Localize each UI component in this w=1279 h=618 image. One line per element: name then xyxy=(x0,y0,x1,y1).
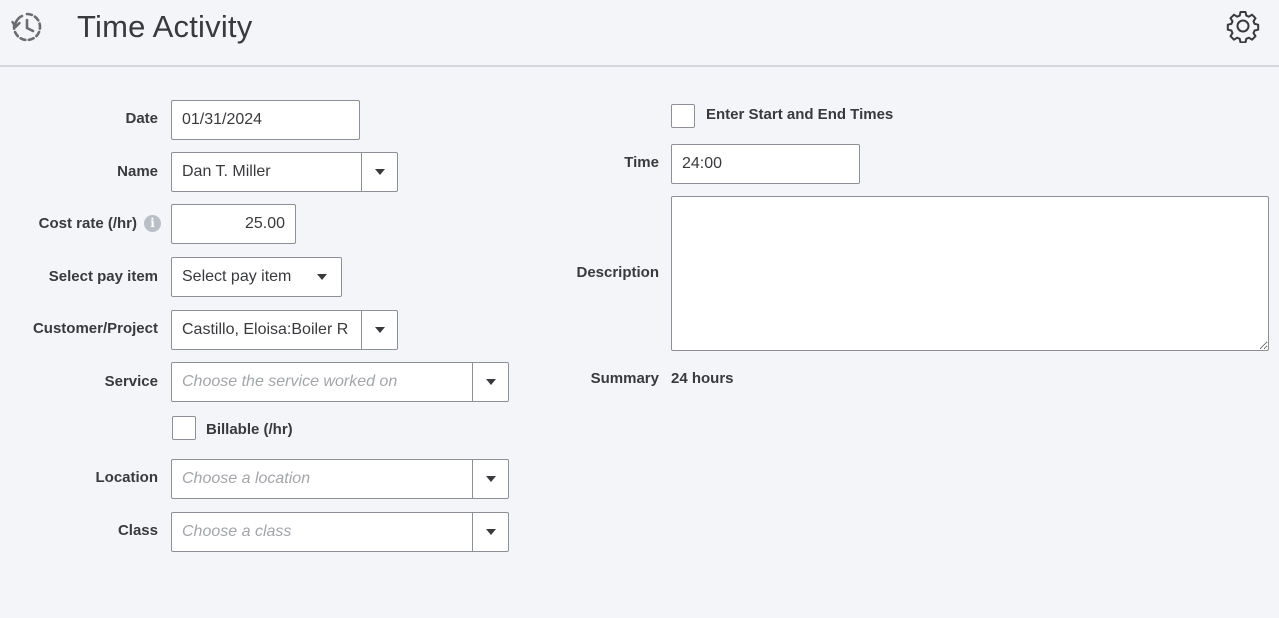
service-label: Service xyxy=(104,373,158,390)
customer-dropdown-button[interactable] xyxy=(361,311,397,349)
location-placeholder: Choose a location xyxy=(182,470,311,487)
cost-rate-label: Cost rate (/hr) xyxy=(38,215,137,232)
cost-rate-field[interactable]: 25.00 xyxy=(171,204,296,244)
chevron-down-icon xyxy=(486,379,496,385)
pay-item-value: Select pay item xyxy=(182,268,292,285)
chevron-down-icon xyxy=(375,169,385,175)
chevron-down-icon xyxy=(375,327,385,333)
start-end-times-label: Enter Start and End Times xyxy=(706,106,894,123)
class-select[interactable]: Choose a class xyxy=(171,512,509,552)
billable-label: Billable (/hr) xyxy=(206,421,293,438)
location-label: Location xyxy=(95,469,159,486)
location-dropdown-button[interactable] xyxy=(472,460,508,498)
chevron-down-icon xyxy=(486,476,496,482)
clock-history-icon xyxy=(11,12,42,42)
service-dropdown-button[interactable] xyxy=(472,363,508,401)
summary-label: Summary xyxy=(590,370,659,387)
chevron-down-icon xyxy=(486,529,496,535)
time-label: Time xyxy=(624,154,659,171)
description-label: Description xyxy=(576,264,659,281)
class-dropdown-button[interactable] xyxy=(472,513,508,551)
name-dropdown-button[interactable] xyxy=(361,153,397,191)
class-placeholder: Choose a class xyxy=(182,523,292,540)
pay-item-select[interactable]: Select pay item xyxy=(171,257,342,297)
name-select[interactable]: Dan T. Miller xyxy=(171,152,398,192)
date-label: Date xyxy=(125,110,158,127)
location-select[interactable]: Choose a location xyxy=(171,459,509,499)
description-textarea[interactable] xyxy=(671,196,1269,351)
page-title: Time Activity xyxy=(77,9,253,44)
customer-select[interactable]: Castillo, Eloisa:Boiler R xyxy=(171,310,398,350)
customer-label: Customer/Project xyxy=(32,320,158,337)
chevron-down-icon xyxy=(317,274,327,280)
name-value: Dan T. Miller xyxy=(182,163,271,180)
date-value: 01/31/2024 xyxy=(182,111,263,128)
date-field[interactable]: 01/31/2024 xyxy=(171,100,360,140)
service-select[interactable]: Choose the service worked on xyxy=(171,362,509,402)
gear-icon[interactable] xyxy=(1226,9,1260,43)
name-label: Name xyxy=(117,163,158,180)
service-placeholder: Choose the service worked on xyxy=(182,373,398,390)
class-label: Class xyxy=(117,522,158,539)
cost-rate-value: 25.00 xyxy=(244,215,285,232)
summary-value: 24 hours xyxy=(671,370,734,387)
time-value: 24:00 xyxy=(682,155,723,172)
pay-item-label: Select pay item xyxy=(48,268,158,285)
start-end-times-checkbox[interactable] xyxy=(671,104,695,128)
page-header: Time Activity xyxy=(0,0,1279,67)
customer-value: Castillo, Eloisa:Boiler R xyxy=(182,321,349,338)
billable-checkbox[interactable] xyxy=(172,416,196,440)
info-icon[interactable]: i xyxy=(144,215,161,232)
time-field[interactable]: 24:00 xyxy=(671,144,860,184)
